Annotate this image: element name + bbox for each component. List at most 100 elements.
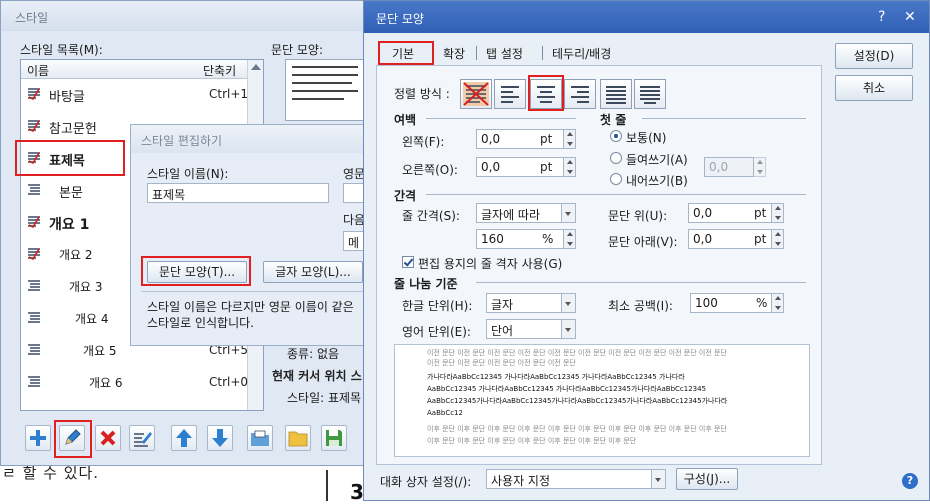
paragraph-sample-preview: 이전 문단 이전 문단 이전 문단 이전 문단 이전 문단 이전 문단 이전 문… bbox=[394, 344, 810, 457]
style-dialog-title: 스타일 bbox=[15, 11, 49, 25]
ok-button[interactable]: 설정(D) bbox=[835, 43, 913, 69]
align-split-button[interactable] bbox=[634, 79, 666, 109]
preset-select[interactable]: 사용자 지정 bbox=[486, 469, 652, 489]
edit-divider bbox=[141, 291, 367, 292]
preset-label: 대화 상자 설정(/): bbox=[380, 475, 472, 489]
korean-unit-dropdown[interactable] bbox=[562, 293, 576, 313]
space-below-spinner[interactable] bbox=[772, 229, 784, 249]
alignment-label: 정렬 방식 : bbox=[394, 87, 450, 101]
align-right-button[interactable] bbox=[564, 79, 596, 109]
tab-extended[interactable]: 확장 bbox=[443, 45, 465, 62]
column-name[interactable]: 이름 bbox=[27, 62, 49, 79]
line-grid-checkbox[interactable] bbox=[402, 256, 414, 268]
open-folder-button[interactable] bbox=[285, 425, 311, 451]
style-name-input[interactable]: 표제목 bbox=[147, 183, 329, 203]
edit-note-line-1: 스타일 이름은 다르지만 영문 이름이 같은 bbox=[147, 300, 354, 314]
paragraph-style-icon bbox=[28, 120, 40, 132]
cancel-button[interactable]: 취소 bbox=[835, 75, 913, 101]
line-spacing-type-dropdown[interactable] bbox=[562, 203, 576, 223]
line-spacing-type-select[interactable]: 글자에 따라 bbox=[476, 203, 562, 223]
space-above-spinner[interactable] bbox=[772, 203, 784, 223]
highlight-center-align bbox=[528, 75, 564, 111]
first-line-outdent-label: 내어쓰기(B) bbox=[626, 174, 688, 188]
first-line-normal-radio[interactable] bbox=[610, 130, 622, 142]
edit-lines-icon bbox=[134, 432, 152, 447]
align-distribute-button[interactable] bbox=[600, 79, 632, 109]
info-style: 스타일: 표제목 bbox=[287, 391, 362, 405]
space-below-label: 문단 아래(V): bbox=[608, 235, 678, 249]
style-list-label: 스타일 목록(M): bbox=[20, 43, 103, 57]
spacing-section-title: 간격 bbox=[394, 189, 417, 203]
info-kind: 종류: 없음 bbox=[287, 347, 340, 361]
column-key[interactable]: 단축키 bbox=[203, 62, 236, 79]
paragraph-lines-icon bbox=[28, 376, 40, 387]
paragraph-style-icon bbox=[28, 216, 40, 228]
plus-icon bbox=[30, 430, 46, 446]
right-margin-spinner[interactable] bbox=[564, 157, 576, 177]
english-unit-dropdown[interactable] bbox=[562, 319, 576, 339]
paragraph-style-icon bbox=[28, 248, 40, 260]
scroll-up-icon[interactable] bbox=[251, 64, 261, 70]
space-above-label: 문단 위(U): bbox=[608, 209, 668, 223]
first-line-value-input: 0,0 bbox=[704, 157, 754, 177]
folder-icon bbox=[288, 431, 308, 447]
line-break-section-title: 줄 나눔 기준 bbox=[394, 277, 458, 291]
min-space-spinner[interactable] bbox=[772, 293, 784, 313]
align-left-button[interactable] bbox=[494, 79, 526, 109]
list-item[interactable]: 바탕글 Ctrl+1 bbox=[21, 78, 248, 110]
paragraph-preview-mini bbox=[285, 59, 367, 121]
save-style-button[interactable] bbox=[321, 425, 347, 451]
character-shape-button[interactable]: 글자 모양(L)... bbox=[263, 261, 363, 283]
first-line-indent-radio[interactable] bbox=[610, 152, 622, 164]
english-unit-label: 영어 단위(E): bbox=[402, 325, 471, 339]
first-line-outdent-radio[interactable] bbox=[610, 173, 622, 185]
move-down-button[interactable] bbox=[207, 425, 233, 451]
first-line-indent-label: 들여쓰기(A) bbox=[626, 153, 688, 167]
line-spacing-spinner[interactable] bbox=[564, 229, 576, 249]
paragraph-lines-icon bbox=[28, 312, 40, 323]
save-icon bbox=[326, 430, 342, 446]
first-line-section-title: 첫 줄 bbox=[600, 113, 627, 127]
style-dialog-titlebar[interactable] bbox=[1, 1, 373, 31]
move-up-button[interactable] bbox=[171, 425, 197, 451]
delete-style-button[interactable] bbox=[95, 425, 121, 451]
close-icon[interactable]: ✕ bbox=[904, 9, 916, 25]
english-unit-select[interactable]: 단어 bbox=[486, 319, 562, 339]
first-line-normal-label: 보통(N) bbox=[626, 131, 667, 145]
document-number: 3 bbox=[350, 480, 364, 504]
highlight-edit-button bbox=[54, 420, 92, 458]
help-circle-icon[interactable]: ? bbox=[902, 473, 918, 489]
tab-tab-settings[interactable]: 탭 설정 bbox=[486, 45, 523, 62]
highlight-paragraph-button bbox=[141, 256, 251, 286]
preview-label: 문단 모양: bbox=[271, 43, 324, 57]
paragraph-dialog-title: 문단 모양 bbox=[376, 12, 424, 26]
paragraph-style-icon bbox=[28, 88, 40, 100]
arrow-down-icon bbox=[212, 429, 228, 447]
highlight-selected-style bbox=[15, 140, 125, 176]
left-margin-spinner[interactable] bbox=[564, 129, 576, 149]
left-margin-label: 왼쪽(F): bbox=[402, 135, 445, 149]
first-line-spinner bbox=[754, 157, 766, 177]
preset-dropdown[interactable] bbox=[652, 469, 666, 489]
align-justify-button[interactable] bbox=[460, 79, 492, 109]
list-item[interactable]: 개요 6 Ctrl+0 bbox=[21, 366, 248, 398]
align-justify-icon bbox=[463, 82, 489, 106]
arrow-up-icon bbox=[176, 429, 192, 447]
english-name-label: 영문 bbox=[343, 167, 366, 181]
korean-unit-select[interactable]: 글자 bbox=[486, 293, 562, 313]
import-style-button[interactable] bbox=[247, 425, 273, 451]
rename-style-button[interactable] bbox=[129, 425, 155, 451]
folder-import-icon bbox=[251, 430, 269, 446]
tab-border-background[interactable]: 테두리/배경 bbox=[552, 45, 611, 62]
line-spacing-label: 줄 간격(S): bbox=[402, 209, 460, 223]
style-list-header: 이름 단축키 bbox=[21, 60, 247, 79]
korean-unit-label: 한글 단위(H): bbox=[402, 299, 473, 313]
config-button[interactable]: 구성(J)... bbox=[676, 468, 738, 490]
edit-style-dialog: 스타일 편집하기 스타일 이름(N): 표제목 영문 다음 메모 문단 모양(T… bbox=[130, 124, 368, 346]
tab-bar: 기본 확장 탭 설정 테두리/배경 bbox=[376, 41, 822, 65]
add-style-button[interactable] bbox=[25, 425, 51, 451]
info-cursor: 현재 커서 위치 스 bbox=[272, 369, 362, 383]
paragraph-dialog: 문단 모양 ? ✕ 기본 확장 탭 설정 테두리/배경 설정(D) 취소 정렬 … bbox=[363, 0, 930, 501]
paragraph-dialog-titlebar[interactable] bbox=[364, 1, 929, 33]
help-icon[interactable]: ? bbox=[878, 9, 885, 25]
